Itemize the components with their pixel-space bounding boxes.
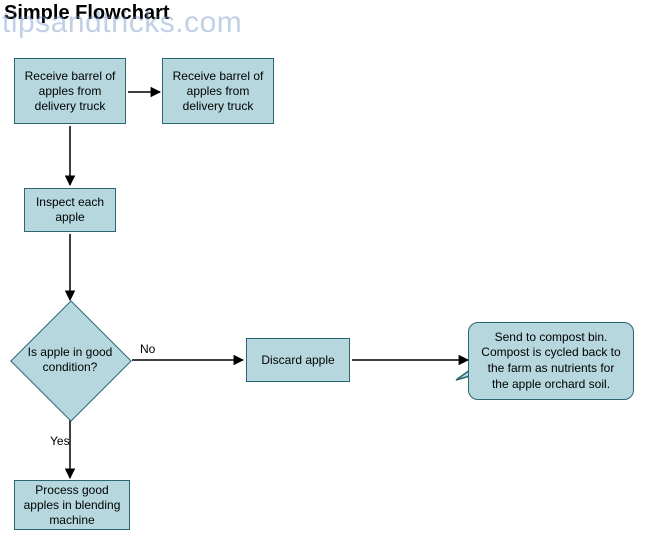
edge-label-yes: Yes <box>50 434 70 448</box>
page-title: Simple Flowchart <box>4 2 170 25</box>
node-discard: Discard apple <box>246 338 350 382</box>
node-process: Process good apples in blending machine <box>14 480 130 530</box>
node-receive-2: Receive barrel of apples from delivery t… <box>162 58 274 124</box>
decision-label: Is apple in good condition? <box>10 300 130 420</box>
node-decision: Is apple in good condition? <box>10 300 130 420</box>
node-compost-callout: Send to compost bin. Compost is cycled b… <box>468 322 634 400</box>
node-inspect: Inspect each apple <box>24 188 116 232</box>
edge-label-no: No <box>140 342 155 356</box>
node-receive-1: Receive barrel of apples from delivery t… <box>14 58 126 124</box>
